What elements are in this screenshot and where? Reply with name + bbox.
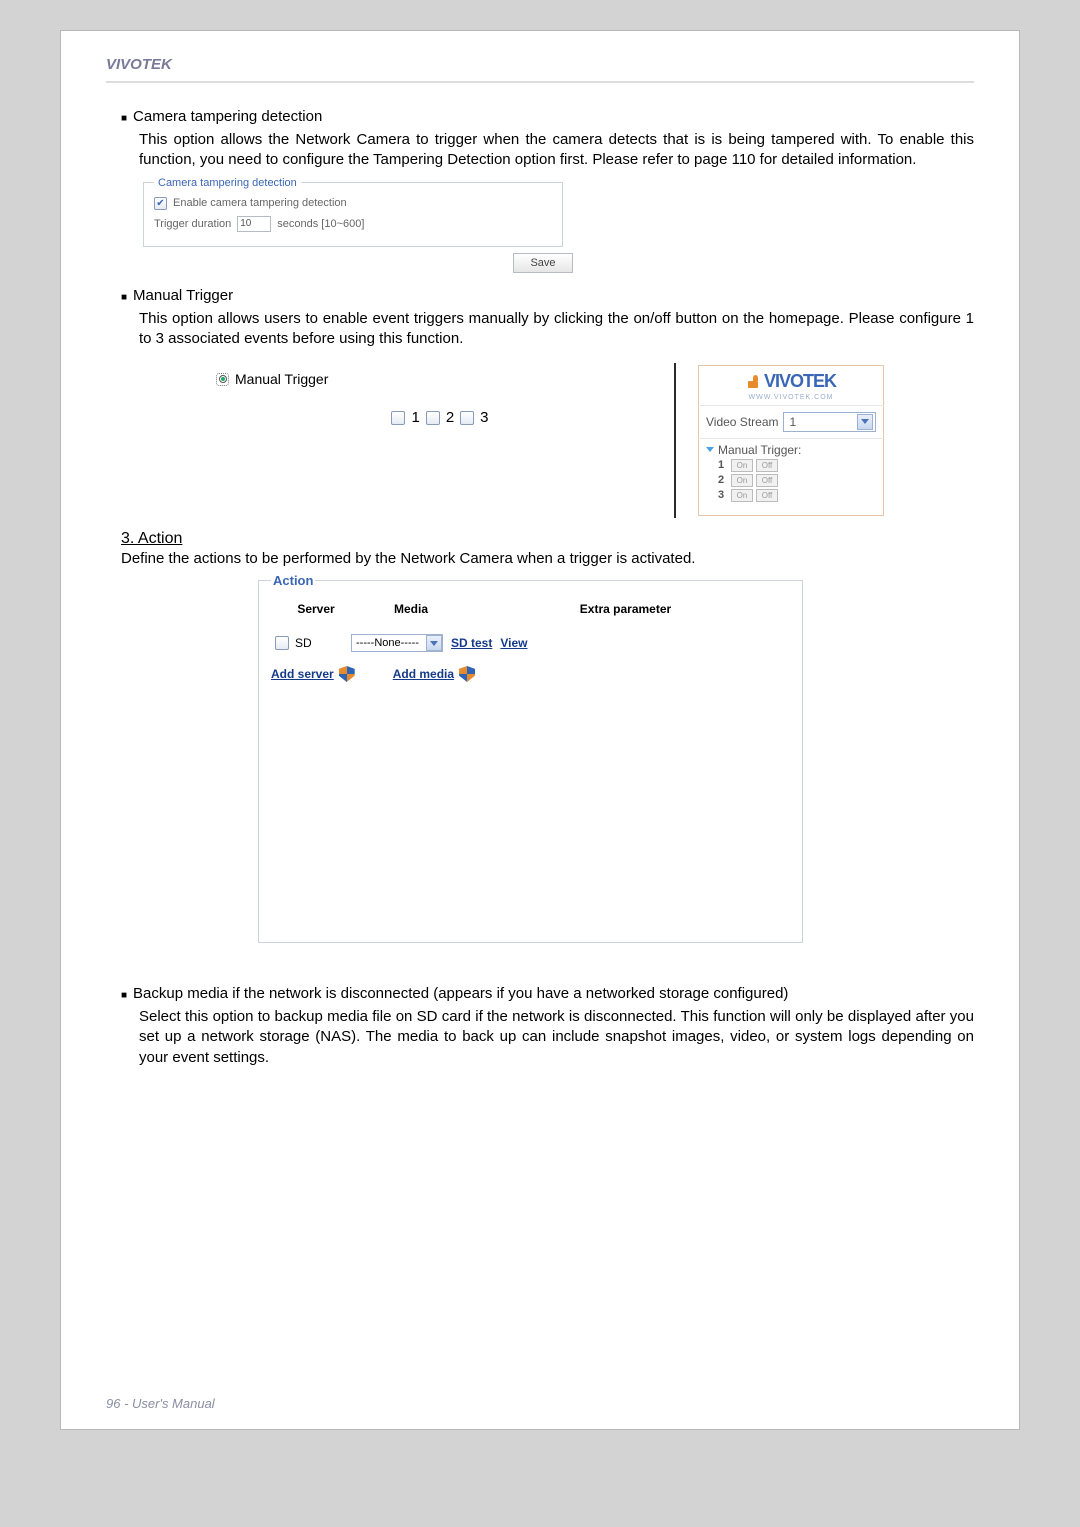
tampering-desc: This option allows the Network Camera to… <box>139 130 974 171</box>
col-extra: Extra parameter <box>461 602 790 616</box>
action-fieldset: Action Server Media Extra parameter SD -… <box>258 573 803 943</box>
trigger-1-num: 1 <box>718 459 728 471</box>
view-link[interactable]: View <box>500 636 527 650</box>
sd-label: SD <box>295 636 312 650</box>
trigger-2-on-button[interactable]: On <box>731 474 753 487</box>
backup-title: Backup media if the network is disconnec… <box>133 985 788 1002</box>
vivotek-logo: VIVOTEK <box>746 371 836 392</box>
save-button[interactable]: Save <box>513 253 573 273</box>
video-stream-select[interactable]: 1 <box>783 412 877 432</box>
manual-desc: This option allows users to enable event… <box>139 309 974 350</box>
trigger-3-num: 3 <box>718 489 728 501</box>
manual-radio-label: Manual Trigger <box>235 371 328 387</box>
action-table-header: Server Media Extra parameter <box>271 602 790 616</box>
page-footer: 96 - User's Manual <box>106 1396 215 1411</box>
manual-figure: Manual Trigger 1 2 3 VIVOTEK <box>206 363 974 518</box>
manual-opt-2-checkbox[interactable] <box>426 411 440 425</box>
media-none-value: -----None----- <box>356 637 419 649</box>
manual-opt-3-label: 3 <box>480 409 488 426</box>
bullet-icon: ■ <box>121 287 127 309</box>
brand-header: VIVOTEK <box>106 56 974 83</box>
manual-page: VIVOTEK ■ Camera tampering detection Thi… <box>60 30 1020 1430</box>
tampering-title: Camera tampering detection <box>133 108 322 125</box>
tampering-fieldset: Camera tampering detection ✔ Enable came… <box>143 177 563 247</box>
action-desc: Define the actions to be performed by th… <box>121 550 974 567</box>
trigger-3-on-button[interactable]: On <box>731 489 753 502</box>
vivotek-side-panel: VIVOTEK WWW.VIVOTEK.COM Video Stream 1 M… <box>696 363 886 518</box>
manual-trigger-side-title: Manual Trigger: <box>718 443 801 457</box>
chevron-down-icon <box>426 635 442 651</box>
add-media-link[interactable]: Add media <box>393 667 454 681</box>
trigger-2-off-button[interactable]: Off <box>756 474 778 487</box>
col-server: Server <box>271 602 361 616</box>
content-area: ■ Camera tampering detection This option… <box>121 108 974 1068</box>
sd-checkbox[interactable] <box>275 636 289 650</box>
shield-icon <box>459 666 475 682</box>
enable-tampering-label: Enable camera tampering detection <box>173 197 347 209</box>
chevron-down-icon[interactable] <box>706 447 714 452</box>
add-server-link[interactable]: Add server <box>271 667 334 681</box>
tampering-fs-title: Camera tampering detection <box>154 177 301 189</box>
manual-opt-2-label: 2 <box>446 409 454 426</box>
chevron-down-icon <box>857 414 873 430</box>
shield-icon <box>339 666 355 682</box>
duration-input[interactable] <box>237 216 271 232</box>
vivotek-logo-text: VIVOTEK <box>764 371 836 392</box>
media-none-select[interactable]: -----None----- <box>351 634 443 652</box>
sd-test-link[interactable]: SD test <box>451 636 492 650</box>
manual-opt-1-checkbox[interactable] <box>391 411 405 425</box>
vivotek-url: WWW.VIVOTEK.COM <box>708 394 874 401</box>
trigger-1-off-button[interactable]: Off <box>756 459 778 472</box>
backup-desc: Select this option to backup media file … <box>139 1007 974 1068</box>
manual-radio[interactable] <box>216 373 229 386</box>
action-fs-title: Action <box>271 573 315 588</box>
manual-opt-3-checkbox[interactable] <box>460 411 474 425</box>
enable-tampering-checkbox[interactable]: ✔ <box>154 197 167 210</box>
bullet-icon: ■ <box>121 985 127 1007</box>
trigger-1-on-button[interactable]: On <box>731 459 753 472</box>
camera-icon <box>746 375 760 389</box>
table-row: SD -----None----- SD test View <box>271 634 790 652</box>
trigger-3-off-button[interactable]: Off <box>756 489 778 502</box>
col-media: Media <box>361 602 461 616</box>
video-stream-label: Video Stream <box>706 415 779 429</box>
action-heading: 3. Action <box>121 530 974 548</box>
video-stream-value: 1 <box>790 415 797 429</box>
manual-title: Manual Trigger <box>133 287 233 304</box>
duration-label: Trigger duration <box>154 218 231 230</box>
manual-left-panel: Manual Trigger 1 2 3 <box>206 363 676 518</box>
manual-opt-1-label: 1 <box>411 409 419 426</box>
bullet-icon: ■ <box>121 108 127 130</box>
duration-hint: seconds [10~600] <box>277 218 364 230</box>
trigger-2-num: 2 <box>718 474 728 486</box>
